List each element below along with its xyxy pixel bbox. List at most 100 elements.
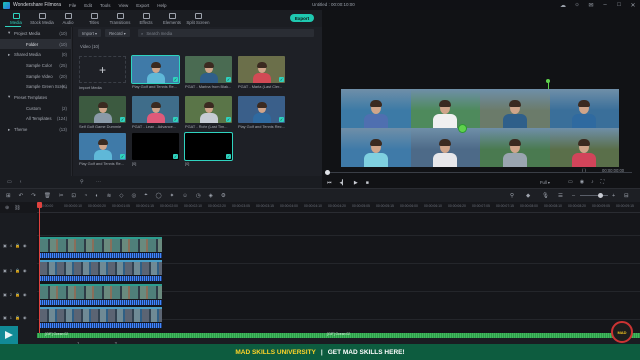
import-media-tile[interactable]: + <box>79 56 126 83</box>
stabilize-icon[interactable]: ⌖ <box>144 192 147 199</box>
minimize-icon[interactable]: – <box>601 1 609 9</box>
sidebar-item[interactable]: All Templates (124) <box>0 114 71 125</box>
motion-icon[interactable]: ◎ <box>132 193 137 199</box>
new-folder-icon[interactable]: ▭ <box>7 179 12 185</box>
volume-icon[interactable]: ♪ <box>591 179 594 185</box>
crop-icon[interactable]: ⊡ <box>71 193 76 199</box>
step-back-icon[interactable]: ⏮ <box>327 180 332 186</box>
delete-icon[interactable]: 🗑 <box>44 193 51 199</box>
sidebar-item[interactable]: ▾ Project Media (10) <box>0 28 71 39</box>
menu-view[interactable]: View <box>119 3 129 8</box>
import-button[interactable]: Import ▾ <box>78 29 102 37</box>
audio-tool-icon[interactable]: ≋ <box>107 193 112 199</box>
video-clip[interactable] <box>40 284 162 299</box>
audio-waveform[interactable] <box>40 253 162 258</box>
audio-waveform[interactable] <box>40 276 162 281</box>
menu-file[interactable]: File <box>69 3 76 8</box>
message-icon[interactable]: ✉ <box>587 1 595 9</box>
eye-icon[interactable]: ◉ <box>23 292 27 297</box>
media-clip[interactable]: ✓ Play Golf and Tennis Re... <box>79 133 126 166</box>
add-track-icon[interactable]: ⊕ <box>5 205 9 211</box>
sidebar-item[interactable]: ▸ Shared Media (0) <box>0 49 71 60</box>
split-screen-cell[interactable] <box>341 128 411 167</box>
zoom-slider[interactable] <box>580 195 608 196</box>
link-icon[interactable]: ⛓ <box>14 205 20 211</box>
ai-icon[interactable]: ✦ <box>170 193 175 199</box>
mixer-icon[interactable]: ☰ <box>558 193 563 199</box>
theme-icon[interactable]: ☼ <box>573 1 581 9</box>
redo-icon[interactable]: ↷ <box>31 193 36 199</box>
tab-stock-media[interactable]: Stock Media <box>30 11 54 27</box>
media-clip[interactable]: ✓ PGAT - Lean - Advance... <box>132 96 179 129</box>
export-button[interactable]: Export <box>290 14 314 22</box>
split-screen-cell[interactable] <box>480 89 550 128</box>
media-clip[interactable]: ✓ Play Golf and Tennis Rec... <box>238 96 285 129</box>
zoom-slider-handle[interactable] <box>598 193 603 198</box>
speed-icon[interactable]: ◔ <box>84 193 87 199</box>
search-input[interactable]: ⌕ Search media <box>138 29 314 37</box>
sidebar-item[interactable]: ▾ Preset Templates <box>0 92 71 103</box>
mask-icon[interactable]: ◯ <box>155 193 161 199</box>
cloud-icon[interactable]: ☁ <box>559 1 567 9</box>
split-screen-cell[interactable] <box>549 89 619 128</box>
video-clip[interactable] <box>40 260 162 275</box>
preview-viewer[interactable] <box>341 89 619 167</box>
media-clip[interactable]: ✓ [0] <box>184 132 233 166</box>
collapse-icon[interactable]: ‹ <box>20 179 22 185</box>
media-clip[interactable]: ✓ PGAT - Rohr (Last Tim... <box>185 96 232 129</box>
zoom-in-icon[interactable]: + <box>612 193 615 199</box>
sidebar-item[interactable]: Folder (10) <box>0 38 71 50</box>
transform-handle[interactable] <box>458 124 467 133</box>
tab-split-screen[interactable]: Split Screen <box>186 11 210 27</box>
split-screen-tool-icon[interactable]: ⊞ <box>6 193 11 199</box>
timer-icon[interactable]: ◷ <box>196 193 201 199</box>
stop-icon[interactable]: ■ <box>366 180 369 186</box>
marker-icon[interactable]: ◆ <box>526 193 530 199</box>
video-clip[interactable] <box>40 237 162 252</box>
tab-titles[interactable]: Titles <box>82 11 106 27</box>
play-icon[interactable]: ▶ <box>354 180 358 186</box>
split-screen-cell[interactable] <box>410 89 480 128</box>
playhead[interactable] <box>37 202 42 333</box>
split-screen-cell[interactable] <box>549 128 619 167</box>
screen-icon[interactable]: ▭ <box>568 179 573 185</box>
eye-icon[interactable]: ◉ <box>23 243 27 248</box>
settings-icon[interactable]: ⚙ <box>221 193 226 199</box>
split-screen-cell[interactable] <box>341 89 411 128</box>
sidebar-item[interactable]: Custom (2) <box>0 103 71 114</box>
tab-transitions[interactable]: Transitions <box>108 11 132 27</box>
lock-icon[interactable]: 🔒 <box>15 268 20 273</box>
keyframe-icon[interactable]: ◇ <box>119 193 123 199</box>
fullscreen-icon[interactable]: ⛶ <box>601 179 605 185</box>
tab-audio[interactable]: Audio <box>56 11 80 27</box>
menu-export[interactable]: Export <box>136 3 149 8</box>
audio-waveform[interactable] <box>40 300 162 305</box>
sidebar-item[interactable]: ▸ Theme (13) <box>0 124 71 135</box>
tab-media[interactable]: Media <box>4 11 28 27</box>
split-screen-cell[interactable] <box>410 128 480 167</box>
timeline-ruler[interactable]: 00:00:00 00:00:00:10 00:00:00:20 00:00:01:0… <box>37 202 640 213</box>
eye-icon[interactable]: ◉ <box>23 315 27 320</box>
video-clip[interactable] <box>40 307 162 322</box>
grid-view-icon[interactable]: ⋯ <box>96 179 101 185</box>
media-clip[interactable]: ✓ PGAT - Marina from Blak... <box>185 56 232 89</box>
track-header[interactable]: ▣ 2 🔒 ◉ <box>3 292 27 297</box>
track-header[interactable]: ▣ 4 🔒 ◉ <box>3 243 27 248</box>
track-header[interactable]: ▣ 1 🔒 ◉ <box>3 315 27 320</box>
sidebar-item[interactable]: Sample Video (20) <box>0 71 71 82</box>
sidebar-item[interactable]: Sample Color (25) <box>0 60 71 71</box>
rotate-handle[interactable] <box>546 79 550 83</box>
undo-icon[interactable]: ↶ <box>19 193 24 199</box>
voiceover-icon[interactable]: 🎙 <box>542 193 549 199</box>
cut-icon[interactable]: ✂ <box>59 193 64 199</box>
render-icon[interactable]: ◈ <box>209 193 213 199</box>
media-clip[interactable]: ✓ [0] <box>132 133 179 166</box>
media-clip[interactable]: ✓ Play Golf and Tennis Re... <box>131 55 180 89</box>
menu-tools[interactable]: Tools <box>100 3 111 8</box>
media-clip[interactable]: ✓ PGAT - Marla (Last Cler... <box>238 56 285 89</box>
sidebar-item[interactable]: Sample Green Scre... (6) <box>0 81 71 92</box>
track-header[interactable]: ▣ 3 🔒 ◉ <box>3 268 27 273</box>
sticker-icon[interactable]: ☺ <box>182 193 188 199</box>
prev-frame-icon[interactable]: ◂▎ <box>340 180 346 186</box>
filter-icon[interactable]: ⚲ <box>80 179 84 185</box>
